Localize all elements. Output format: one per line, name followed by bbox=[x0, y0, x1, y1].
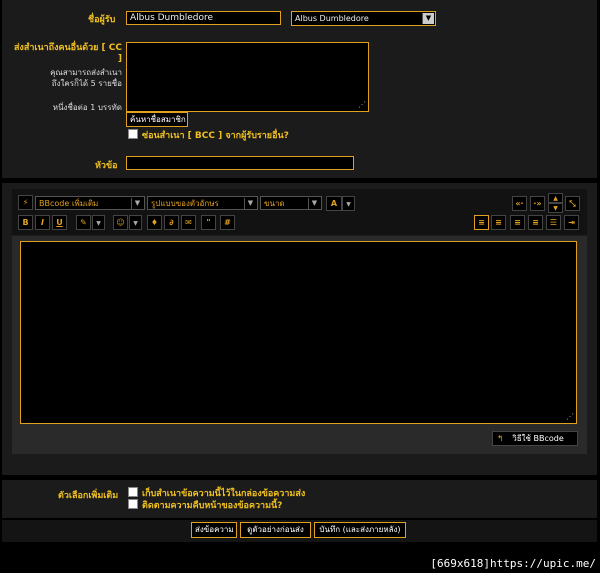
align-center-icon[interactable]: ≡ bbox=[510, 215, 525, 230]
recipient-input[interactable]: Albus Dumbledore bbox=[126, 11, 281, 25]
bold-button[interactable]: B bbox=[18, 215, 33, 230]
cc-note-per-line: หนึ่งชื่อต่อ 1 บรรทัด bbox=[52, 103, 122, 112]
subject-label: หัวข้อ bbox=[95, 161, 118, 171]
send-button[interactable]: ส่งข้อความ bbox=[191, 522, 237, 538]
font-family-select[interactable]: รูปแบบของตัวอักษร ▼ bbox=[147, 196, 258, 210]
text-color-button[interactable]: A bbox=[326, 196, 342, 211]
bbcode-mode-select[interactable]: BBcode เพิ่มเติม ▼ bbox=[35, 196, 145, 210]
chevron-up-icon: ▲ bbox=[553, 195, 558, 202]
align-left-icon[interactable]: ≡ bbox=[474, 215, 489, 230]
recipient-dropdown[interactable]: Albus Dumbledore ▼ bbox=[291, 11, 436, 26]
font-family-value: รูปแบบของตัวอักษร bbox=[151, 199, 219, 208]
bbcode-help-icon: ↰ bbox=[497, 434, 504, 443]
nav-right-button[interactable]: ·» bbox=[530, 196, 545, 211]
smiley-dropdown[interactable]: ▼ bbox=[129, 215, 142, 230]
cc-label: ส่งสำเนาถึงคนอื่นด้วย [ CC ] bbox=[13, 43, 122, 64]
indent-icon[interactable]: ⇥ bbox=[564, 215, 579, 230]
chevron-down-icon: ▼ bbox=[422, 13, 434, 24]
chevron-down-icon: ▼ bbox=[308, 198, 320, 209]
image-icon[interactable]: ♦ bbox=[147, 215, 162, 230]
preview-button[interactable]: ดูตัวอย่างก่อนส่ง bbox=[240, 522, 311, 538]
track-read-checkbox[interactable] bbox=[128, 499, 138, 509]
message-textarea[interactable]: ⋰ bbox=[20, 241, 577, 424]
underline-button[interactable]: U bbox=[52, 215, 67, 230]
nav-left-button[interactable]: «· bbox=[512, 196, 527, 211]
bbcode-help-button[interactable]: ↰ วิธีใช้ BBcode bbox=[492, 431, 578, 446]
chevron-down-icon: ▼ bbox=[96, 220, 101, 227]
email-icon[interactable]: ✉ bbox=[181, 215, 196, 230]
font-size-select[interactable]: ขนาด ▼ bbox=[260, 196, 322, 210]
cc-textarea[interactable]: ⋰ bbox=[126, 42, 369, 112]
track-read-label: ติดตามความคืบหน้าของข้อความนี้? bbox=[142, 501, 283, 511]
align-right-icon[interactable]: ≡ bbox=[528, 215, 543, 230]
list-icon[interactable]: ☰ bbox=[546, 215, 561, 230]
subject-input[interactable] bbox=[126, 156, 354, 170]
save-draft-button[interactable]: บันทึก (และส่งภายหลัง) bbox=[314, 522, 406, 538]
highlight-dropdown[interactable]: ▼ bbox=[92, 215, 105, 230]
watermark: [669x618]https://upic.me/ bbox=[430, 557, 596, 570]
options-label: ตัวเลือกเพิ่มเติม bbox=[58, 491, 119, 501]
quote-button[interactable]: " bbox=[201, 215, 216, 230]
chevron-down-icon: ▼ bbox=[131, 198, 143, 209]
find-member-button[interactable]: ค้นหาชื่อสมาชิก bbox=[126, 112, 188, 127]
highlight-icon[interactable]: ✎ bbox=[76, 215, 91, 230]
wand-icon[interactable]: ⚡ bbox=[18, 195, 33, 210]
chevron-down-icon: ▼ bbox=[346, 201, 351, 208]
italic-button[interactable]: I bbox=[35, 215, 50, 230]
expand-icon[interactable]: ⤡ bbox=[565, 196, 580, 211]
resize-up-button[interactable]: ▲ bbox=[548, 193, 563, 203]
save-copy-checkbox[interactable] bbox=[128, 487, 138, 497]
bcc-checkbox[interactable] bbox=[128, 129, 138, 139]
bbcode-help-label: วิธีใช้ BBcode bbox=[512, 434, 564, 443]
recipient-dropdown-value: Albus Dumbledore bbox=[295, 14, 369, 23]
link-icon[interactable]: ∂ bbox=[164, 215, 179, 230]
chevron-down-icon: ▼ bbox=[553, 205, 558, 212]
text-color-dropdown[interactable]: ▼ bbox=[342, 196, 355, 211]
chevron-down-icon: ▼ bbox=[244, 198, 256, 209]
code-button[interactable]: # bbox=[220, 215, 235, 230]
bbcode-mode-value: BBcode เพิ่มเติม bbox=[39, 199, 99, 208]
smiley-icon[interactable]: ☺ bbox=[113, 215, 128, 230]
bcc-label: ซ่อนสำเนา [ BCC ] จากผู้รับรายอื่น? bbox=[142, 131, 289, 141]
resize-handle-icon[interactable]: ⋰ bbox=[358, 99, 366, 111]
align-justify-icon[interactable]: ≡ bbox=[491, 215, 506, 230]
chevron-down-icon: ▼ bbox=[133, 220, 138, 227]
font-size-value: ขนาด bbox=[264, 199, 285, 208]
resize-handle-icon[interactable]: ⋰ bbox=[566, 411, 574, 423]
recipient-label: ชื่อผู้รับ bbox=[88, 15, 116, 25]
resize-down-button[interactable]: ▼ bbox=[548, 203, 563, 213]
cc-note: คุณสามารถส่งสำเนาถึงใครก็ได้ 5 รายชื่อ bbox=[50, 68, 122, 88]
